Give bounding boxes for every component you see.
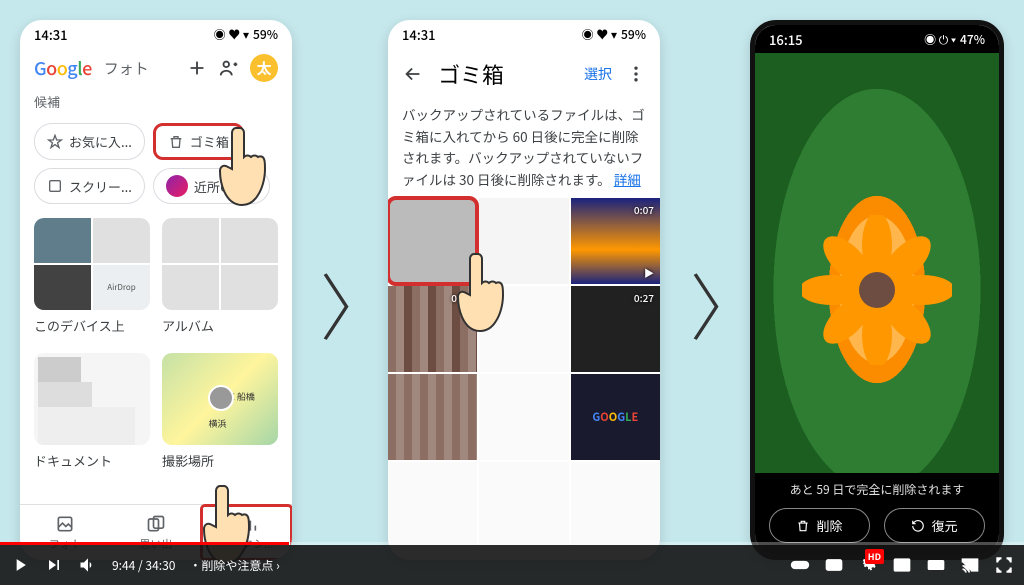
play-icon[interactable] [10,555,30,575]
clock: 14:31 [402,25,436,44]
video-player-controls: 9:44 / 34:30 ・削除や注意点 › HD [0,545,1024,585]
page-title: ゴミ箱 [438,58,570,90]
time-display: 9:44 / 34:30 [112,557,175,574]
trash-item[interactable] [479,462,568,548]
star-icon [47,134,63,150]
autoplay-toggle-icon[interactable] [790,555,810,575]
trash-description: バックアップされているファイルは、ゴミ箱に入れてから 60 日後に完全に削除され… [388,100,660,198]
back-arrow-icon[interactable] [402,63,424,85]
more-icon[interactable] [626,64,646,84]
app-title: フォト [104,58,149,79]
status-indicators: ◉ ⏻ ▾47% [924,31,985,48]
collections-icon [237,514,257,534]
phone-screen-3: 16:15 ◉ ⏻ ▾47% ← あと 59 日で完全に削除されます [750,20,1004,560]
section-label: 候補 [20,88,292,115]
status-bar: 14:31 ◉ ♥ ▾59% [20,20,292,48]
theater-icon[interactable] [926,555,946,575]
photo-icon [55,514,75,534]
photo-preview[interactable] [755,53,999,483]
fullscreen-icon[interactable] [994,555,1014,575]
captions-icon[interactable] [824,555,844,575]
chip-screenshots[interactable]: スクリー... [34,168,145,204]
screenshot-icon [47,178,63,194]
phone-screen-1: 14:31 ◉ ♥ ▾59% Google フォト 太 候補 お気に入... ゴ… [20,20,292,560]
trash-item[interactable] [479,286,568,372]
tile-locations[interactable]: 京 船橋 横浜 撮影場所 [162,353,278,470]
details-link[interactable]: 詳細 [614,169,641,189]
trash-item[interactable] [479,198,568,284]
chapter-title[interactable]: ・削除や注意点 › [189,557,279,574]
chevron-right-icon: 〉 [320,250,392,355]
tile-documents[interactable]: ドキュメント [34,353,150,470]
volume-icon[interactable] [78,555,98,575]
category-tiles-row-1: AirDrop このデバイス上 アルバム [20,212,292,341]
tile-album[interactable]: アルバム [162,218,278,335]
delete-button[interactable]: 削除 [769,508,870,543]
share-people-icon[interactable] [218,57,240,79]
trash-item[interactable] [479,374,568,460]
clock: 14:31 [34,25,68,44]
trash-icon [796,519,810,533]
suggestion-chips: お気に入... ゴミ箱 スクリー... 近所のお... [20,115,292,212]
hd-badge: HD [865,549,884,564]
select-button[interactable]: 選択 [584,64,612,84]
status-indicators: ◉ ♥ ▾59% [214,26,278,43]
add-icon[interactable] [186,57,208,79]
settings-button[interactable]: HD [858,553,878,577]
trash-item[interactable] [388,462,477,548]
trash-header: ゴミ箱 選択 [388,48,660,100]
trash-icon [168,134,184,150]
cast-icon[interactable] [960,555,980,575]
trash-item[interactable]: 0:27 [571,286,660,372]
chip-trash[interactable]: ゴミ箱 [153,123,244,160]
tile-device[interactable]: AirDrop このデバイス上 [34,218,150,335]
flower-photo [802,215,952,365]
avatar[interactable]: 太 [250,54,278,82]
chip-nearby[interactable]: 近所のお... [153,168,270,204]
category-tiles-row-2: ドキュメント 京 船橋 横浜 撮影場所 [20,347,292,476]
trash-item[interactable] [388,374,477,460]
trash-item[interactable]: GOOGLE [571,374,660,460]
miniplayer-icon[interactable] [892,555,912,575]
trash-item[interactable] [388,198,477,284]
chip-thumb-icon [166,175,188,197]
restore-icon [911,519,925,533]
google-logo: Google [34,55,92,81]
trash-grid: 0:07▶ 0:07 0:27 GOOGLE [388,198,660,560]
memories-icon [146,514,166,534]
phone-screen-2: 14:31 ◉ ♥ ▾59% ゴミ箱 選択 バックアップされているファイルは、ゴ… [388,20,660,560]
trash-item[interactable]: 0:07 [388,286,477,372]
restore-button[interactable]: 復元 [884,508,985,543]
next-icon[interactable] [44,555,64,575]
countdown-message: あと 59 日で完全に削除されます [755,473,999,504]
status-bar: 16:15 ◉ ⏻ ▾47% [755,25,999,53]
progress-bar[interactable] [0,542,1024,545]
app-header: Google フォト 太 [20,48,292,88]
status-bar: 14:31 ◉ ♥ ▾59% [388,20,660,48]
trash-item[interactable]: 0:07▶ [571,198,660,284]
chip-favorites[interactable]: お気に入... [34,123,145,160]
status-indicators: ◉ ♥ ▾59% [582,26,646,43]
clock: 16:15 [769,30,803,49]
trash-item[interactable] [571,462,660,548]
